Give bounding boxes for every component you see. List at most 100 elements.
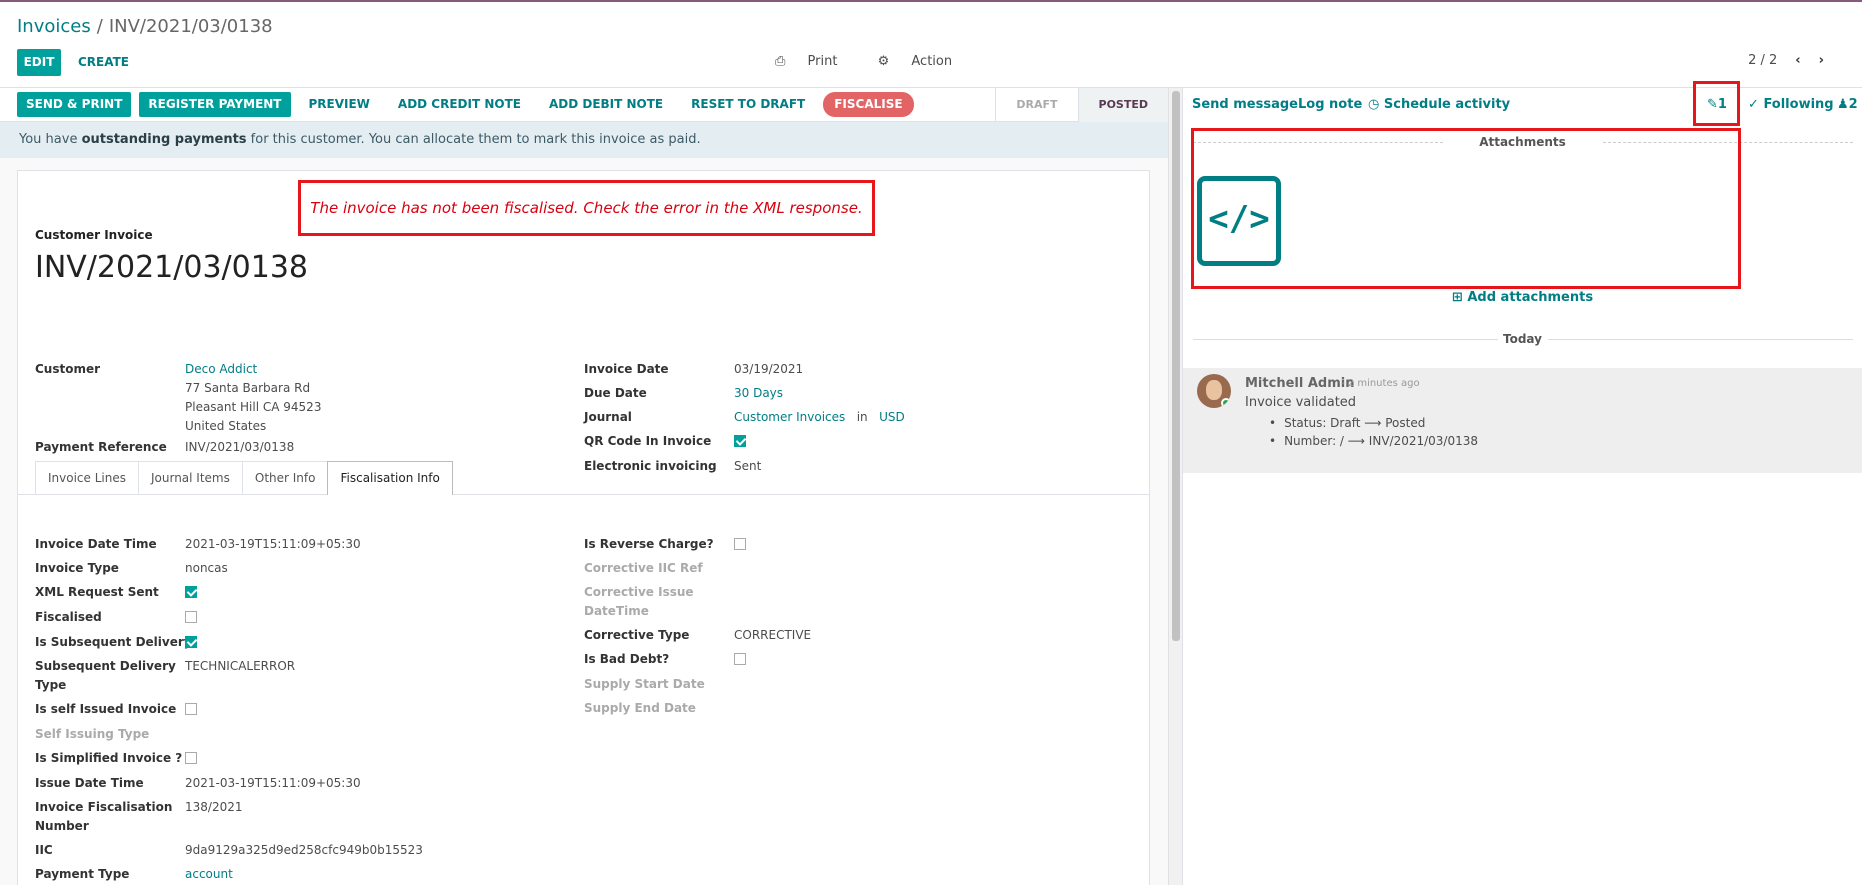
payment-reference-label: Payment Reference: [35, 440, 167, 454]
followers-button[interactable]: ♟2: [1837, 97, 1858, 112]
supply-end-label: Supply End Date: [584, 701, 696, 715]
electronic-invoicing-label: Electronic invoicing: [584, 459, 717, 473]
statusbar: SEND & PRINT REGISTER PAYMENT PREVIEW AD…: [0, 88, 1168, 122]
corrective-iic-label: Corrective IIC Ref: [584, 561, 703, 575]
qr-code-checkbox[interactable]: [734, 435, 746, 447]
journal-link[interactable]: Customer Invoices: [734, 410, 845, 424]
address-line: United States: [185, 419, 267, 433]
journal-label: Journal: [584, 410, 632, 424]
pager-next-icon[interactable]: ›: [1819, 53, 1824, 68]
journal-in-text: in: [856, 410, 868, 424]
invoice-datetime-label: Invoice Date Time: [35, 537, 157, 551]
invoice-type-value: noncas: [185, 561, 228, 575]
stage-draft[interactable]: DRAFT: [995, 88, 1077, 122]
qr-code-label: QR Code In Invoice: [584, 434, 712, 448]
avatar-face: [1206, 380, 1222, 400]
log-note-button[interactable]: Log note: [1298, 97, 1362, 112]
attachment-count-highlight: [1693, 81, 1740, 126]
breadcrumb: Invoices / INV/2021/03/0138: [17, 16, 273, 37]
issue-datetime-value: 2021-03-19T15:11:09+05:30: [185, 776, 361, 790]
outstanding-payments-alert: You have outstanding payments for this c…: [0, 122, 1168, 158]
bad-debt-label: Is Bad Debt?: [584, 652, 670, 666]
invoice-type-label: Invoice Type: [35, 561, 119, 575]
corrective-type-label: Corrective Type: [584, 628, 690, 642]
edit-button[interactable]: EDIT: [17, 49, 61, 76]
simplified-invoice-checkbox[interactable]: [185, 752, 197, 764]
add-credit-note-button[interactable]: ADD CREDIT NOTE: [388, 92, 531, 117]
register-payment-button[interactable]: REGISTER PAYMENT: [139, 92, 291, 117]
self-issued-label: Is self Issued Invoice: [35, 702, 177, 716]
invoice-date-label: Invoice Date: [584, 362, 669, 376]
invoice-number-title: INV/2021/03/0138: [35, 250, 309, 285]
tab-journal-items[interactable]: Journal Items: [137, 461, 243, 494]
action-menus: ⎙ Print ⚙ Action: [775, 54, 988, 69]
fiscalise-button[interactable]: FISCALISE: [823, 92, 914, 117]
form-scrollbar[interactable]: [1168, 88, 1182, 885]
due-date-label: Due Date: [584, 386, 647, 400]
chatter-panel: Send message Log note ◷ Schedule activit…: [1183, 81, 1862, 885]
subsequent-delivery-checkbox[interactable]: [185, 636, 197, 648]
print-label: Print: [807, 54, 838, 69]
fiscalisation-number-label-2: Number: [35, 819, 89, 833]
following-button[interactable]: ✓ Following: [1748, 97, 1834, 112]
xml-request-sent-label: XML Request Sent: [35, 585, 159, 599]
breadcrumb-invoices-link[interactable]: Invoices: [17, 16, 91, 37]
print-menu[interactable]: ⎙ Print: [775, 54, 855, 69]
issue-datetime-label: Issue Date Time: [35, 776, 144, 790]
add-debit-note-button[interactable]: ADD DEBIT NOTE: [539, 92, 673, 117]
create-button[interactable]: CREATE: [78, 49, 129, 76]
pager: 2 / 2 ‹ ›: [1748, 53, 1824, 68]
following-label: Following: [1763, 97, 1834, 112]
action-menu[interactable]: ⚙ Action: [878, 54, 971, 69]
due-date-link[interactable]: 30 Days: [734, 386, 783, 400]
invoice-datetime-value: 2021-03-19T15:11:09+05:30: [185, 537, 361, 551]
message-body: Invoice validated: [1245, 395, 1357, 410]
payment-type-label: Payment Type: [35, 867, 130, 881]
customer-link[interactable]: Deco Addict: [185, 362, 257, 376]
form-view: SEND & PRINT REGISTER PAYMENT PREVIEW AD…: [0, 88, 1168, 885]
message-author[interactable]: Mitchell Admin: [1245, 376, 1354, 391]
supply-start-label: Supply Start Date: [584, 677, 705, 691]
iic-value: 9da9129a325d9ed258cfc949b0b15523: [185, 843, 423, 857]
tracking-value: Number: / ⟶ INV/2021/03/0138: [1283, 434, 1478, 448]
xml-request-sent-checkbox[interactable]: [185, 586, 197, 598]
pager-value[interactable]: 2 / 2: [1748, 53, 1777, 68]
send-print-button[interactable]: SEND & PRINT: [17, 92, 132, 117]
bad-debt-checkbox[interactable]: [734, 653, 746, 665]
tab-fiscalisation-info[interactable]: Fiscalisation Info: [327, 461, 453, 495]
avatar[interactable]: [1197, 374, 1231, 408]
fiscalised-checkbox[interactable]: [185, 611, 197, 623]
control-panel: Invoices / INV/2021/03/0138 EDIT CREATE ⎙ …: [0, 2, 1862, 88]
due-date-value: 30 Days: [734, 386, 783, 400]
status-stages: DRAFT POSTED: [995, 88, 1168, 122]
payment-type-link[interactable]: account: [185, 867, 233, 881]
reverse-charge-checkbox[interactable]: [734, 538, 746, 550]
stage-posted[interactable]: POSTED: [1077, 88, 1168, 122]
self-issued-checkbox[interactable]: [185, 703, 197, 715]
electronic-invoicing-value: Sent: [734, 459, 762, 473]
preview-button[interactable]: PREVIEW: [299, 92, 380, 117]
reset-to-draft-button[interactable]: RESET TO DRAFT: [681, 92, 815, 117]
tab-other-info[interactable]: Other Info: [241, 461, 329, 494]
breadcrumb-current: INV/2021/03/0138: [108, 16, 273, 37]
reverse-charge-label: Is Reverse Charge?: [584, 537, 714, 551]
send-message-button[interactable]: Send message: [1192, 97, 1298, 112]
clock-icon: ◷: [1368, 97, 1380, 112]
corrective-type-value: CORRECTIVE: [734, 628, 812, 642]
chatter-message: Mitchell Admin - 2 minutes ago Invoice v…: [1183, 368, 1862, 473]
print-icon: ⎙: [775, 54, 786, 69]
tab-invoice-lines[interactable]: Invoice Lines: [35, 461, 139, 494]
scrollbar-thumb[interactable]: [1172, 91, 1180, 641]
breadcrumb-separator: /: [96, 16, 103, 37]
tracking-value: Status: Draft ⟶ Posted: [1283, 416, 1478, 430]
customer-label: Customer: [35, 362, 101, 376]
add-attachments-label: Add attachments: [1467, 290, 1594, 305]
chatter-topbar: Send message Log note ◷ Schedule activit…: [1183, 88, 1862, 122]
address-line: Pleasant Hill CA 94523: [185, 400, 322, 414]
schedule-activity-button[interactable]: ◷ Schedule activity: [1368, 97, 1510, 112]
currency-link[interactable]: USD: [879, 410, 905, 424]
user-icon: ♟: [1837, 97, 1849, 112]
fiscalisation-error-message: The invoice has not been fiscalised. Che…: [298, 180, 875, 236]
pager-prev-icon[interactable]: ‹: [1795, 53, 1800, 68]
add-attachments-button[interactable]: ⊞ Add attachments: [1183, 290, 1862, 305]
